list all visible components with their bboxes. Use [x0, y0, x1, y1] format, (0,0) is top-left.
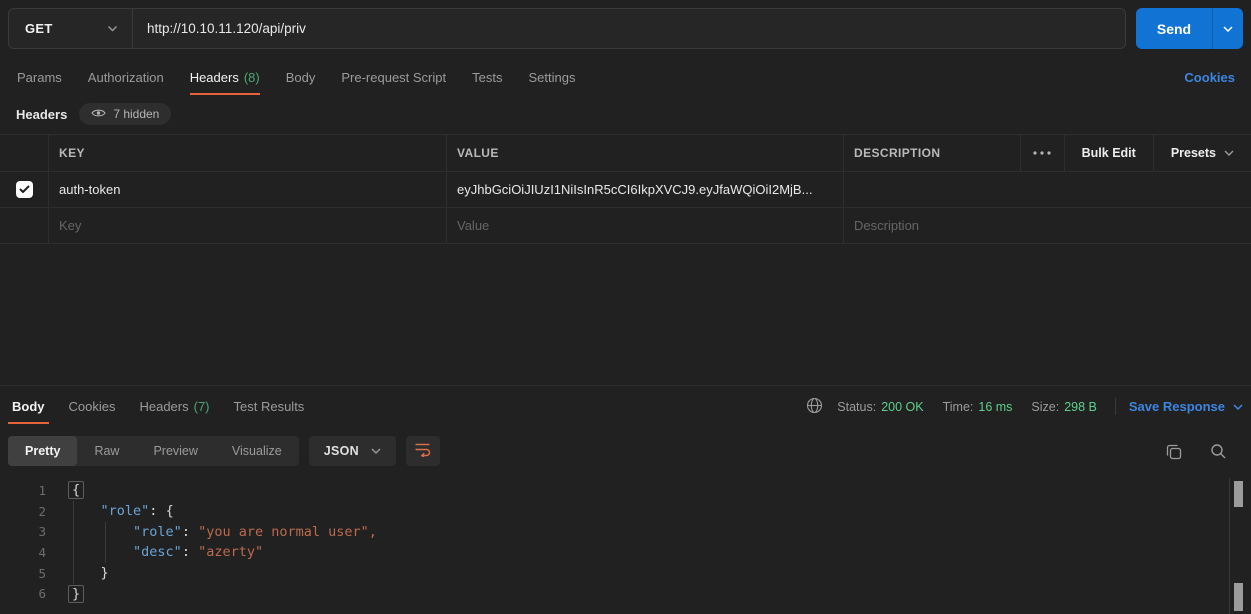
headers-count: (8) — [244, 70, 260, 85]
column-value: VALUE — [446, 135, 843, 171]
status-indicator[interactable]: Status: 200 OK — [832, 400, 928, 414]
new-description-input[interactable] — [854, 218, 1251, 233]
cookies-link[interactable]: Cookies — [1184, 70, 1235, 85]
tab-headers[interactable]: Headers(8) — [177, 60, 273, 95]
method-url-group: GET — [8, 8, 1126, 49]
fold-toggle[interactable]: } — [68, 585, 84, 603]
view-pretty[interactable]: Pretty — [8, 436, 77, 466]
response-view-toolbar: Pretty Raw Preview Visualize JSON — [8, 436, 440, 466]
chevron-down-icon — [1224, 150, 1234, 156]
send-options-button[interactable] — [1212, 8, 1243, 49]
column-description-cell: DESCRIPTION Bulk Edit Presets — [843, 135, 1251, 171]
wrap-text-icon — [414, 442, 431, 460]
response-tab-cookies[interactable]: Cookies — [57, 389, 128, 424]
code-line: 5 } — [0, 563, 1237, 584]
scrollbar-thumb[interactable] — [1234, 481, 1243, 507]
header-description-cell[interactable] — [843, 172, 1251, 207]
view-mode-segmented-control: Pretty Raw Preview Visualize — [8, 436, 299, 466]
divider — [1115, 398, 1116, 415]
chevron-down-icon — [1223, 26, 1233, 32]
globe-icon[interactable] — [806, 397, 823, 417]
view-preview[interactable]: Preview — [136, 436, 214, 466]
bulk-edit-button[interactable]: Bulk Edit — [1064, 135, 1153, 171]
presets-dropdown[interactable]: Presets — [1153, 135, 1251, 171]
request-response-divider[interactable] — [0, 385, 1251, 386]
header-row-auth-token: auth-token eyJhbGciOiJIUzI1NiIsInR5cCI6I… — [0, 172, 1251, 208]
code-line: 3 "role": "you are normal user", — [0, 521, 1237, 542]
tab-params[interactable]: Params — [4, 60, 75, 95]
tab-body[interactable]: Body — [273, 60, 329, 95]
send-button[interactable]: Send — [1136, 8, 1212, 49]
indent-guide — [73, 501, 74, 584]
url-input[interactable] — [133, 9, 1125, 48]
code-line: 6 } — [0, 583, 1237, 604]
hidden-headers-toggle[interactable]: 7 hidden — [79, 103, 171, 125]
scrollbar-thumb[interactable] — [1234, 583, 1243, 611]
save-response-button[interactable]: Save Response — [1129, 399, 1243, 414]
size-indicator[interactable]: Size: 298 B — [1026, 400, 1101, 414]
indent-guide — [105, 522, 106, 563]
request-tabs: Params Authorization Headers(8) Body Pre… — [4, 60, 588, 95]
headers-table-header-row: KEY VALUE DESCRIPTION Bulk Edit Presets — [0, 134, 1251, 172]
tab-tests[interactable]: Tests — [459, 60, 515, 95]
headers-table: KEY VALUE DESCRIPTION Bulk Edit Presets — [0, 134, 1251, 244]
view-visualize[interactable]: Visualize — [215, 436, 299, 466]
more-options-icon[interactable] — [1020, 135, 1064, 171]
response-tab-body[interactable]: Body — [0, 389, 57, 424]
headers-panel-header: Headers 7 hidden — [16, 103, 171, 125]
response-status-bar: Status: 200 OK Time: 16 ms Size: 298 B S… — [806, 389, 1243, 424]
chevron-down-icon — [107, 25, 118, 32]
chevron-down-icon — [1233, 404, 1243, 410]
tab-authorization[interactable]: Authorization — [75, 60, 177, 95]
response-body-actions — [1165, 443, 1227, 461]
wrap-text-button[interactable] — [406, 436, 440, 466]
time-indicator[interactable]: Time: 16 ms — [938, 400, 1018, 414]
fold-toggle[interactable]: { — [68, 481, 84, 499]
postman-app: GET Send Params Authorization Headers(8)… — [0, 0, 1251, 614]
header-key-cell[interactable]: auth-token — [48, 172, 446, 207]
new-value-input[interactable] — [457, 218, 843, 233]
column-description: DESCRIPTION — [854, 146, 1020, 160]
eye-icon — [91, 107, 106, 121]
code-line: 4 "desc": "azerty" — [0, 542, 1237, 563]
headers-panel-title: Headers — [16, 107, 67, 122]
code-line: 2 "role": { — [0, 501, 1237, 522]
new-key-input[interactable] — [59, 218, 446, 233]
time-value: 16 ms — [978, 400, 1012, 414]
size-value: 298 B — [1064, 400, 1097, 414]
header-value-cell[interactable]: eyJhbGciOiJIUzI1NiIsInR5cCI6IkpXVCJ9.eyJ… — [446, 172, 843, 207]
header-new-row — [0, 208, 1251, 244]
response-tab-test-results[interactable]: Test Results — [222, 389, 317, 424]
format-label: JSON — [324, 444, 359, 458]
response-headers-count: (7) — [194, 399, 210, 414]
scrollbar-track — [1229, 478, 1230, 614]
response-body-code[interactable]: 1 { 2 "role": { 3 "role": "you are norma… — [0, 480, 1237, 604]
select-all-cell — [0, 135, 48, 171]
chevron-down-icon — [371, 448, 381, 454]
send-button-group: Send — [1136, 8, 1243, 49]
copy-icon[interactable] — [1165, 443, 1183, 461]
status-value: 200 OK — [881, 400, 923, 414]
view-raw[interactable]: Raw — [77, 436, 136, 466]
hidden-headers-label: 7 hidden — [113, 107, 159, 121]
tab-settings[interactable]: Settings — [515, 60, 588, 95]
method-label: GET — [25, 21, 53, 36]
column-key: KEY — [48, 135, 446, 171]
tab-pre-request-script[interactable]: Pre-request Script — [328, 60, 459, 95]
code-line: 1 { — [0, 480, 1237, 501]
row-checkbox[interactable] — [16, 181, 33, 198]
response-tabs: Body Cookies Headers(7) Test Results — [0, 389, 316, 424]
request-url-row: GET Send — [8, 8, 1243, 49]
format-dropdown[interactable]: JSON — [309, 436, 396, 466]
response-tab-headers[interactable]: Headers(7) — [127, 389, 221, 424]
method-dropdown[interactable]: GET — [9, 9, 133, 48]
search-icon[interactable] — [1210, 443, 1227, 461]
